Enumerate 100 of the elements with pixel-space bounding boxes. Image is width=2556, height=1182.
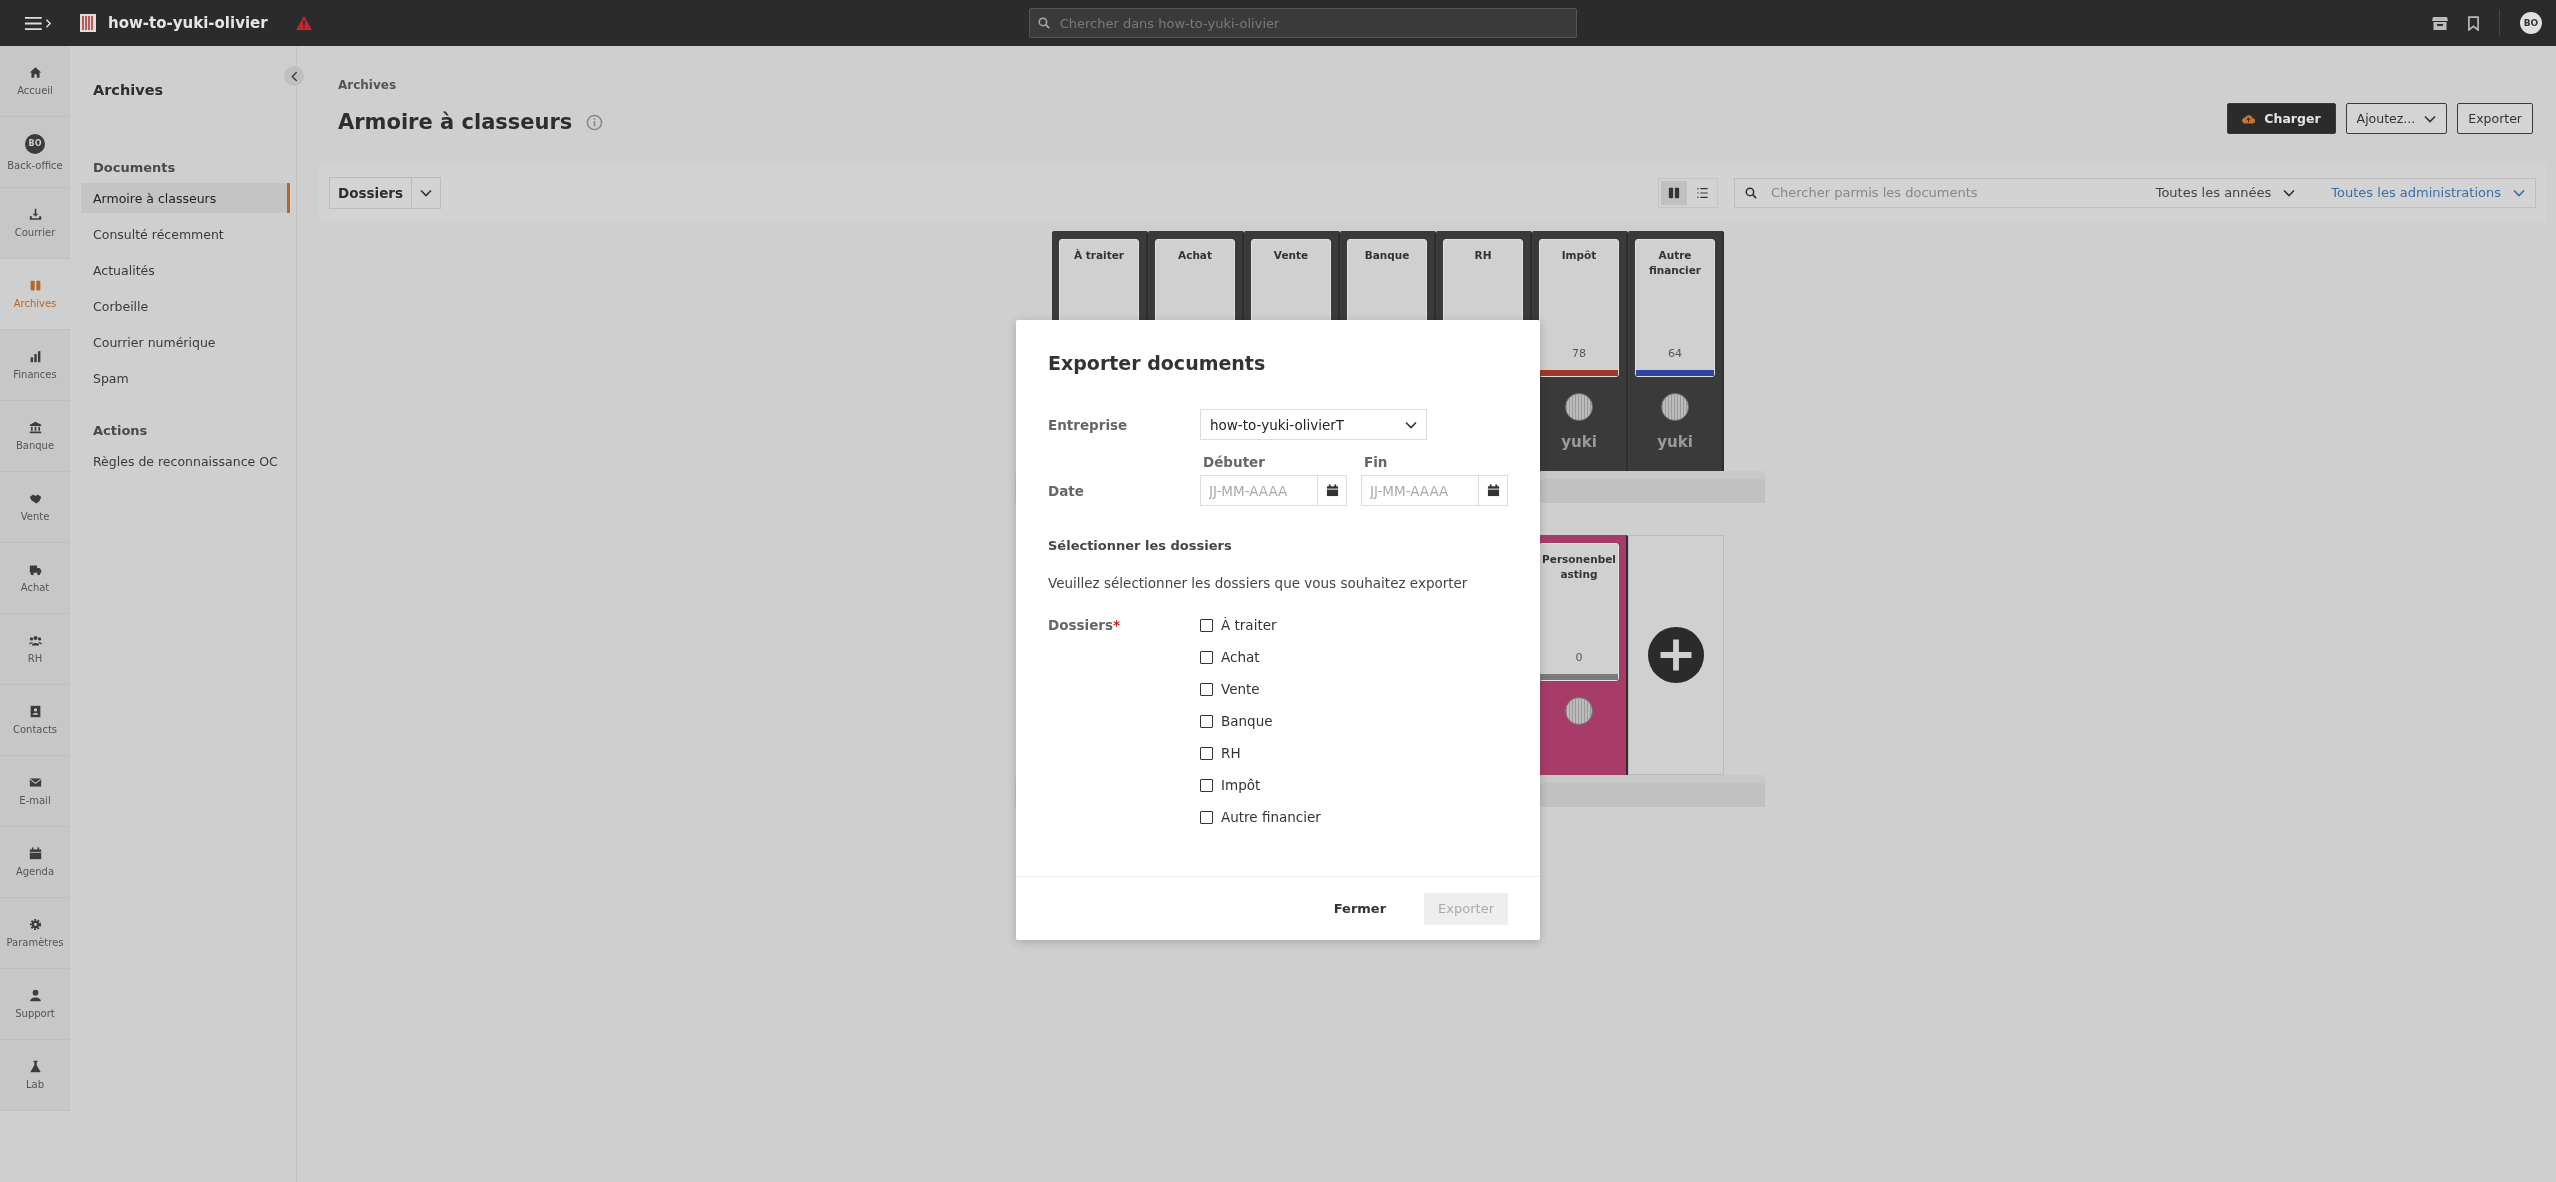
nav-section-heading: Documents bbox=[92, 160, 177, 175]
nav-item[interactable]: Actualités bbox=[81, 255, 290, 285]
description: Veuillez sélectionner les dossiers que vous souhaitez exporter bbox=[1048, 575, 1469, 591]
add-binder-tile[interactable] bbox=[1628, 535, 1724, 775]
page-title: Armoire à classeurs bbox=[338, 110, 573, 134]
rail-item[interactable]: Achat bbox=[0, 543, 70, 614]
binder-view-toggle[interactable] bbox=[1661, 180, 1687, 205]
collapse-button[interactable] bbox=[284, 66, 304, 86]
person-icon bbox=[28, 989, 42, 1002]
end-date-field[interactable]: JJ-MM-AAAA bbox=[1361, 475, 1508, 506]
badge-icon: BO bbox=[25, 133, 45, 154]
rail-item[interactable]: Banque bbox=[0, 401, 70, 472]
checkbox[interactable] bbox=[1200, 810, 1213, 824]
calendar-icon bbox=[1325, 484, 1339, 497]
document-count: 78 bbox=[1572, 347, 1586, 360]
checkbox[interactable] bbox=[1200, 650, 1213, 664]
chevron-down-icon bbox=[2424, 114, 2437, 123]
field-label: Date bbox=[1048, 482, 1085, 499]
binder-label: Impôt bbox=[1560, 248, 1598, 263]
search-input[interactable]: Chercher dans how-to-yuki-olivier bbox=[1057, 14, 1568, 32]
chevron-down-icon bbox=[2513, 188, 2525, 197]
rail-item[interactable]: Contacts bbox=[0, 685, 70, 756]
bookmark-icon[interactable] bbox=[2468, 15, 2479, 31]
company-logo-icon bbox=[80, 14, 96, 32]
binder-logo: yuki bbox=[1561, 433, 1597, 451]
search-icon bbox=[1037, 17, 1050, 29]
rail-item[interactable]: Paramètres bbox=[0, 898, 70, 969]
chevron-down-icon bbox=[2283, 188, 2296, 197]
field-label: Fin bbox=[1363, 454, 1389, 470]
list-icon bbox=[1695, 186, 1709, 199]
rail-item[interactable]: BO Back-office bbox=[0, 117, 70, 188]
upload-button[interactable]: Charger bbox=[2227, 103, 2336, 134]
document-count: 0 bbox=[1575, 651, 1583, 664]
administration-filter[interactable]: Toutes les administrations bbox=[2331, 185, 2525, 200]
search-field[interactable]: Chercher dans how-to-yuki-olivier bbox=[1028, 8, 1577, 38]
folder-checkbox[interactable]: RH bbox=[1200, 745, 1508, 761]
warning-icon[interactable] bbox=[295, 16, 312, 30]
checkbox[interactable] bbox=[1200, 714, 1213, 728]
store-icon[interactable] bbox=[2432, 16, 2448, 30]
folder-checkbox[interactable]: Impôt bbox=[1200, 777, 1508, 793]
home-icon bbox=[28, 66, 42, 79]
flask-icon bbox=[28, 1060, 42, 1073]
rail-item[interactable]: Vente bbox=[0, 472, 70, 543]
checkbox[interactable] bbox=[1200, 778, 1213, 792]
rail-item[interactable]: Courrier bbox=[0, 188, 70, 259]
nav-item[interactable]: Armoire à classeurs bbox=[81, 183, 290, 213]
nav-item[interactable]: Règles de reconnaissance OC bbox=[81, 446, 290, 476]
close-button[interactable]: Fermer bbox=[1319, 892, 1401, 925]
breadcrumb[interactable]: Archives bbox=[338, 78, 604, 92]
calendar-icon bbox=[28, 847, 42, 860]
export-button[interactable]: Exporter bbox=[2457, 103, 2533, 134]
folder-checkbox[interactable]: Achat bbox=[1200, 649, 1508, 665]
rail-item[interactable]: RH bbox=[0, 614, 70, 685]
document-search-field[interactable]: Chercher parmis les documents Toutes les années Toutes les administrations bbox=[1734, 177, 2536, 208]
add-dropdown-button[interactable]: Ajoutez... bbox=[2345, 103, 2448, 134]
year-filter[interactable]: Toutes les années bbox=[2155, 185, 2296, 200]
binder[interactable]: Impôt 78 yuki bbox=[1532, 231, 1628, 471]
folder-checkbox[interactable]: Vente bbox=[1200, 681, 1508, 697]
chevron-down-icon bbox=[420, 188, 433, 197]
nav-title: Archives bbox=[92, 82, 165, 98]
search-icon bbox=[1745, 186, 1757, 199]
rail-item[interactable]: Agenda bbox=[0, 827, 70, 898]
nav-item[interactable]: Corbeille bbox=[81, 291, 290, 321]
folder-checkbox[interactable]: Banque bbox=[1200, 713, 1508, 729]
binders-icon bbox=[28, 279, 42, 292]
checkbox[interactable] bbox=[1200, 618, 1213, 632]
company-name[interactable]: how-to-yuki-olivier bbox=[108, 14, 268, 32]
binder-label: Banque bbox=[1363, 248, 1411, 263]
contact-book-icon bbox=[28, 705, 42, 718]
chevron-left-icon bbox=[290, 70, 298, 82]
checkbox[interactable] bbox=[1200, 746, 1213, 760]
truck-icon bbox=[28, 563, 42, 576]
nav-item[interactable]: Courrier numérique bbox=[81, 327, 290, 357]
dialog-title: Exporter documents bbox=[1048, 352, 1267, 374]
plus-icon bbox=[1647, 626, 1705, 684]
section-title: Sélectionner les dossiers bbox=[1048, 538, 1233, 553]
binder-ring-hole bbox=[1565, 697, 1593, 725]
document-count: 64 bbox=[1668, 347, 1682, 360]
rail-item[interactable]: Accueil bbox=[0, 46, 70, 117]
user-avatar[interactable]: BO bbox=[2520, 12, 2542, 34]
menu-icon[interactable] bbox=[24, 15, 52, 31]
nav-section-heading: Actions bbox=[92, 423, 149, 438]
binder[interactable]: Autre financier 64 yuki bbox=[1628, 231, 1724, 471]
document-search-input[interactable]: Chercher parmis les documents bbox=[1769, 184, 2134, 201]
view-dropdown[interactable]: Dossiers bbox=[329, 176, 442, 209]
nav-item[interactable]: Consulté récemment bbox=[81, 219, 290, 249]
rail-item[interactable]: Lab bbox=[0, 1040, 70, 1111]
rail-item[interactable]: Finances bbox=[0, 330, 70, 401]
checkbox[interactable] bbox=[1200, 682, 1213, 696]
binder-label: À traiter bbox=[1073, 248, 1125, 263]
company-select[interactable]: how-to-yuki-olivierT bbox=[1200, 409, 1427, 440]
rail-item[interactable]: E-mail bbox=[0, 756, 70, 827]
bar-chart-icon bbox=[28, 350, 42, 363]
nav-item[interactable]: Spam bbox=[81, 363, 290, 393]
binder-ring-hole bbox=[1661, 393, 1689, 421]
folder-checkbox[interactable]: À traiter bbox=[1200, 617, 1508, 633]
people-icon bbox=[28, 634, 42, 647]
start-date-field[interactable]: JJ-MM-AAAA bbox=[1200, 475, 1347, 506]
rail-item[interactable]: Support bbox=[0, 969, 70, 1040]
folder-checkbox[interactable]: Autre financier bbox=[1200, 809, 1508, 825]
